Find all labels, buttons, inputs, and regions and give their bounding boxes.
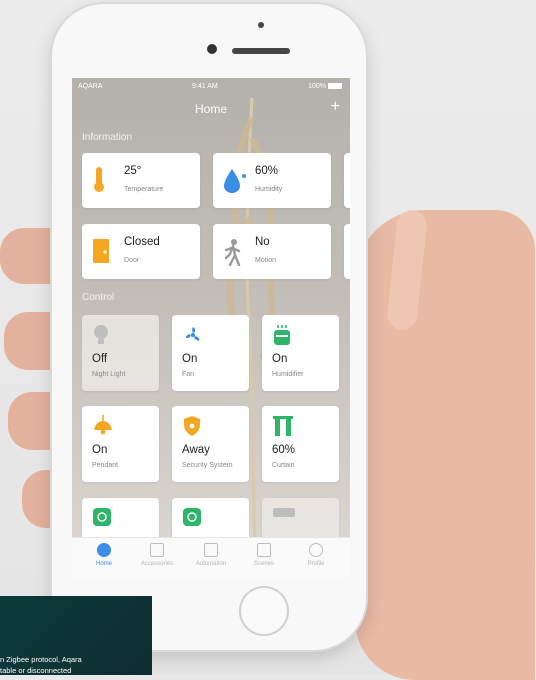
bulb-icon	[94, 325, 108, 344]
air-conditioner-icon	[273, 508, 295, 517]
curtain-label: Curtain	[272, 462, 295, 469]
water-drop-icon	[224, 169, 246, 193]
info-card-door[interactable]: Closed Door	[82, 224, 200, 279]
tab-home-label: Home	[95, 561, 112, 567]
battery-icon	[328, 83, 342, 90]
page-title[interactable]: Home	[72, 102, 350, 116]
door-label: Door	[124, 257, 140, 264]
add-button[interactable]: +	[331, 98, 340, 116]
fan-icon	[185, 327, 200, 341]
motion-label: Motion	[255, 257, 277, 264]
accessories-icon	[150, 543, 164, 557]
scenes-icon	[257, 543, 271, 557]
night-light-label: Night Light	[92, 371, 126, 378]
security-label: Security System	[182, 462, 233, 469]
humidifier-label: Humidifier	[272, 371, 304, 378]
status-bar: AQARA 9:41 AM 100%	[72, 80, 350, 94]
humidifier-value: On	[272, 353, 288, 365]
thermometer-icon	[94, 167, 104, 192]
banner-line-1: n Zigbee protocol, Aqara	[0, 655, 82, 664]
battery-indicator: 100%	[308, 83, 342, 90]
tab-accessories-label: Accessories	[140, 561, 174, 567]
control-card-curtain[interactable]: 60% Curtain	[262, 406, 339, 482]
humidity-value: 60%	[255, 165, 279, 177]
home-icon	[97, 543, 111, 557]
control-card-pendant[interactable]: On Pendant	[82, 406, 159, 482]
profile-icon	[309, 543, 323, 557]
carrier-label: AQARA	[78, 83, 103, 90]
temperature-value: 25°	[124, 165, 142, 177]
app-screen: AQARA 9:41 AM 100% Home + Information 25…	[72, 78, 350, 578]
control-card-humidifier[interactable]: On Humidifier	[262, 315, 339, 391]
tab-bar: Home Accessories Automation Scenes Profi…	[72, 537, 350, 578]
info-card-partial[interactable]	[344, 153, 350, 208]
curtain-icon	[273, 416, 293, 436]
banner-text: n Zigbee protocol, Aqara table or discon…	[0, 654, 150, 676]
motion-value: No	[255, 236, 270, 248]
fan-label: Fan	[182, 371, 195, 378]
control-card-night-light[interactable]: Off Night Light	[82, 315, 159, 391]
front-camera	[207, 44, 217, 54]
banner-line-2: table or disconnected	[0, 666, 72, 675]
tab-scenes-label: Scenes	[253, 561, 274, 567]
outlet-icon	[93, 508, 111, 526]
info-card-temperature[interactable]: 25° Temperature	[82, 153, 200, 208]
automation-icon	[204, 543, 218, 557]
section-control: Control	[82, 292, 115, 303]
control-card-security[interactable]: Away Security System	[172, 406, 249, 482]
humidifier-icon	[274, 325, 290, 345]
tab-profile-label: Profile	[307, 561, 325, 567]
night-light-value: Off	[92, 353, 108, 365]
shield-icon	[184, 416, 200, 436]
fan-value: On	[182, 353, 198, 365]
outlet-icon	[183, 508, 201, 526]
humidity-label: Humidity	[255, 186, 283, 193]
tab-profile[interactable]: Profile	[292, 543, 340, 567]
temperature-label: Temperature	[124, 186, 164, 193]
info-card-motion[interactable]: No Motion	[213, 224, 331, 279]
pendant-value: On	[92, 444, 108, 456]
info-card-humidity[interactable]: 60% Humidity	[213, 153, 331, 208]
earpiece-speaker	[232, 48, 290, 54]
door-icon	[93, 239, 109, 263]
person-walking-icon	[224, 239, 241, 266]
pendant-label: Pendant	[92, 462, 119, 469]
pendant-lamp-icon	[94, 415, 112, 435]
clock-label: 9:41 AM	[192, 83, 218, 90]
tab-scenes[interactable]: Scenes	[240, 543, 288, 567]
tab-automation-label: Automation	[195, 561, 227, 567]
section-information: Information	[82, 132, 133, 143]
curtain-value: 60%	[272, 444, 296, 456]
info-card-partial-2[interactable]	[344, 224, 350, 279]
home-button[interactable]	[239, 586, 289, 636]
right-hand	[355, 210, 535, 680]
front-sensor	[258, 22, 264, 28]
battery-label: 100%	[308, 83, 326, 90]
tab-home[interactable]: Home	[80, 543, 128, 567]
control-card-fan[interactable]: On Fan	[172, 315, 249, 391]
tab-automation[interactable]: Automation	[187, 543, 235, 567]
tab-accessories[interactable]: Accessories	[133, 543, 181, 567]
door-value: Closed	[124, 236, 160, 248]
security-value: Away	[182, 444, 210, 456]
